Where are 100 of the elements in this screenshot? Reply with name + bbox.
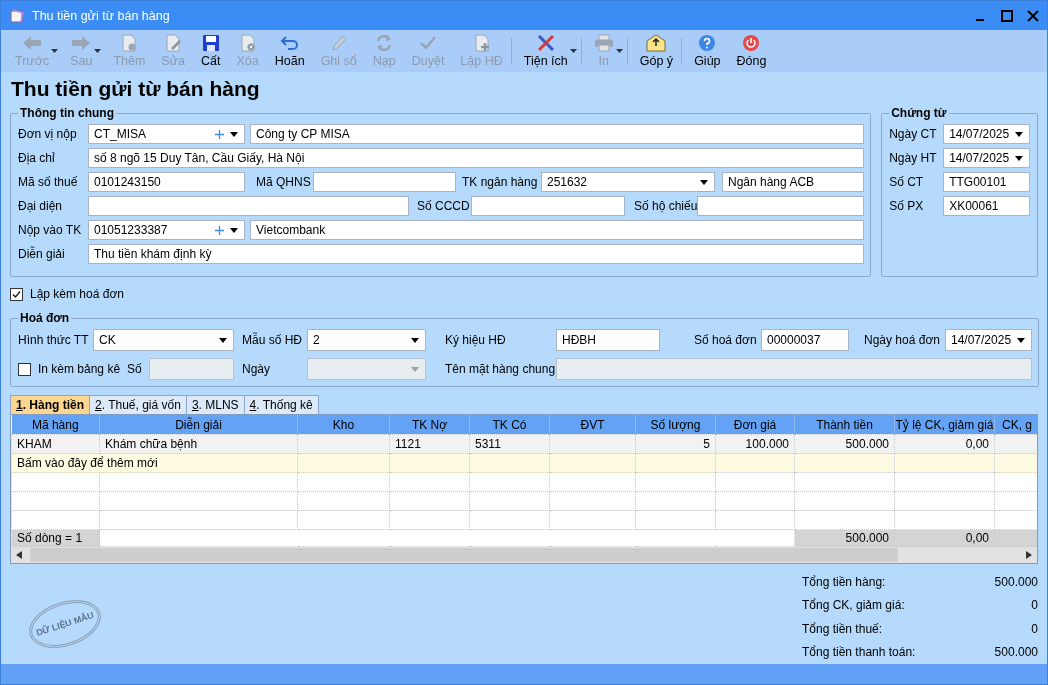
- text-field[interactable]: số 8 ngõ 15 Duy Tân, Cầu Giấy, Hà Nội: [88, 148, 865, 168]
- dropdown-icon: [1015, 131, 1024, 137]
- text-field[interactable]: Thu tiền khám định kỳ: [88, 244, 865, 264]
- field-label: Số CT: [889, 175, 925, 189]
- column-header[interactable]: CK, g: [994, 415, 1037, 435]
- table-cell: 1121: [389, 434, 470, 454]
- field-label: Số PX: [889, 199, 925, 213]
- field-label: Tên mặt hàng chung: [445, 362, 556, 376]
- caret-icon[interactable]: [51, 49, 59, 53]
- dropdown-icon: [700, 179, 708, 185]
- tab[interactable]: 1. Hàng tiền: [10, 395, 91, 414]
- field-label: Số CCCD: [417, 199, 471, 213]
- caret-icon[interactable]: [615, 49, 623, 53]
- total-value: 500.000: [994, 645, 1038, 660]
- group-title: Hoá đơn: [19, 311, 71, 325]
- table-cell: 5: [635, 434, 716, 454]
- scroll-left-icon[interactable]: [16, 551, 22, 559]
- checkbox-icon: [18, 362, 31, 376]
- app-icon: [9, 7, 25, 24]
- table-cell: 5311: [469, 434, 550, 454]
- power-icon: [742, 34, 761, 52]
- envelope-icon: [646, 34, 667, 52]
- combo-box[interactable]: 01051233387: [88, 220, 245, 240]
- text-field[interactable]: Vietcombank: [250, 220, 865, 240]
- toolbar-button[interactable]: Cất: [193, 30, 229, 72]
- tab[interactable]: 4. Thống kê: [243, 395, 319, 414]
- field-label: Địa chỉ: [18, 151, 56, 165]
- column-header[interactable]: Đơn giá: [715, 415, 795, 435]
- text-field[interactable]: TTG00101: [943, 172, 1031, 192]
- refresh-icon: [375, 34, 394, 52]
- text-field[interactable]: XK00061: [943, 196, 1031, 216]
- toolbar-button[interactable]: Hoãn: [266, 30, 313, 72]
- checkbox[interactable]: Lập kèm hoá đơn: [10, 287, 124, 301]
- date-picker[interactable]: 14/07/2025: [943, 124, 1031, 144]
- column-header[interactable]: TK Nợ: [389, 415, 470, 435]
- caret-icon[interactable]: [94, 49, 102, 53]
- checkbox[interactable]: In kèm bảng kê: [18, 362, 127, 376]
- date-picker[interactable]: 14/07/2025: [943, 148, 1031, 168]
- field-label: Số: [127, 362, 143, 376]
- combo-box[interactable]: CT_MISA: [88, 124, 245, 144]
- caret-icon[interactable]: [569, 49, 577, 53]
- column-header[interactable]: TK Có: [469, 415, 550, 435]
- total-label: Tổng tiền hàng:: [802, 574, 886, 589]
- undo-icon: [279, 34, 300, 52]
- field-label: Đơn vị nộp: [18, 127, 78, 141]
- tab[interactable]: 2. Thuế, giá vốn: [89, 395, 187, 414]
- text-field[interactable]: Công ty CP MISA: [250, 124, 865, 144]
- column-header[interactable]: Tỷ lệ CK, giảm giá: [894, 415, 995, 435]
- pencil-icon: [329, 34, 348, 52]
- total-label: Tổng tiền thuế:: [802, 621, 883, 636]
- column-header[interactable]: ĐVT: [549, 415, 636, 435]
- column-header[interactable]: Thành tiền: [794, 415, 895, 435]
- column-header[interactable]: Số lượng: [635, 415, 716, 435]
- field-label: Số hoá đơn: [694, 333, 758, 347]
- total-label: Tổng tiền thanh toán:: [802, 645, 916, 660]
- text-field[interactable]: [88, 196, 409, 216]
- toolbar-button[interactable]: Đóng: [728, 30, 775, 72]
- total-label: Tổng CK, giảm giá:: [802, 598, 905, 613]
- tab[interactable]: 3. MLNS: [185, 395, 245, 414]
- total-value: 0: [1031, 621, 1038, 636]
- printer-icon: [593, 34, 614, 52]
- checkbox-icon: [10, 287, 23, 301]
- dropdown-icon: [1017, 337, 1025, 343]
- dropdown-icon: [230, 227, 238, 233]
- field-label: Mã QHNS: [256, 175, 312, 189]
- text-field[interactable]: HĐBH: [556, 329, 660, 351]
- field-label: Ngày HT: [889, 151, 938, 165]
- text-field[interactable]: [471, 196, 625, 216]
- document-edit-icon: [164, 34, 183, 52]
- date-picker[interactable]: 14/07/2025: [945, 329, 1032, 351]
- text-field[interactable]: [313, 172, 456, 192]
- dropdown-icon: [411, 366, 419, 372]
- document-plus-icon: [472, 34, 491, 52]
- field-label: Mẫu số HĐ: [242, 333, 304, 347]
- plus-icon[interactable]: [215, 225, 224, 235]
- column-header[interactable]: Diễn giải: [99, 415, 298, 435]
- combo-box[interactable]: 2: [307, 329, 426, 351]
- table-cell: KHAM: [11, 434, 100, 454]
- dropdown-icon: [411, 337, 419, 343]
- text-field[interactable]: Ngân hàng ACB: [722, 172, 865, 192]
- combo-box[interactable]: 251632: [541, 172, 715, 192]
- dropdown-icon: [230, 131, 238, 137]
- table-cell: 500.000: [794, 434, 895, 454]
- horizontal-scrollbar[interactable]: [11, 547, 1037, 563]
- column-header[interactable]: Mã hàng: [11, 415, 100, 435]
- document-delete-icon: [238, 34, 257, 52]
- text-field[interactable]: 00000037: [761, 329, 849, 351]
- combo-box[interactable]: CK: [93, 329, 234, 351]
- right-arrow-icon: [71, 34, 92, 52]
- maximize-icon[interactable]: [1001, 9, 1013, 22]
- help-icon: [698, 34, 717, 52]
- total-value: 0: [1031, 598, 1038, 613]
- table-cell: 0,00: [894, 434, 995, 454]
- close-icon[interactable]: [1027, 9, 1039, 22]
- text-field[interactable]: [697, 196, 865, 216]
- text-field[interactable]: 0101243150: [88, 172, 245, 192]
- tools-icon: [535, 34, 556, 52]
- column-header[interactable]: Kho: [297, 415, 390, 435]
- plus-icon[interactable]: [215, 129, 224, 139]
- scroll-right-icon[interactable]: [1026, 551, 1032, 559]
